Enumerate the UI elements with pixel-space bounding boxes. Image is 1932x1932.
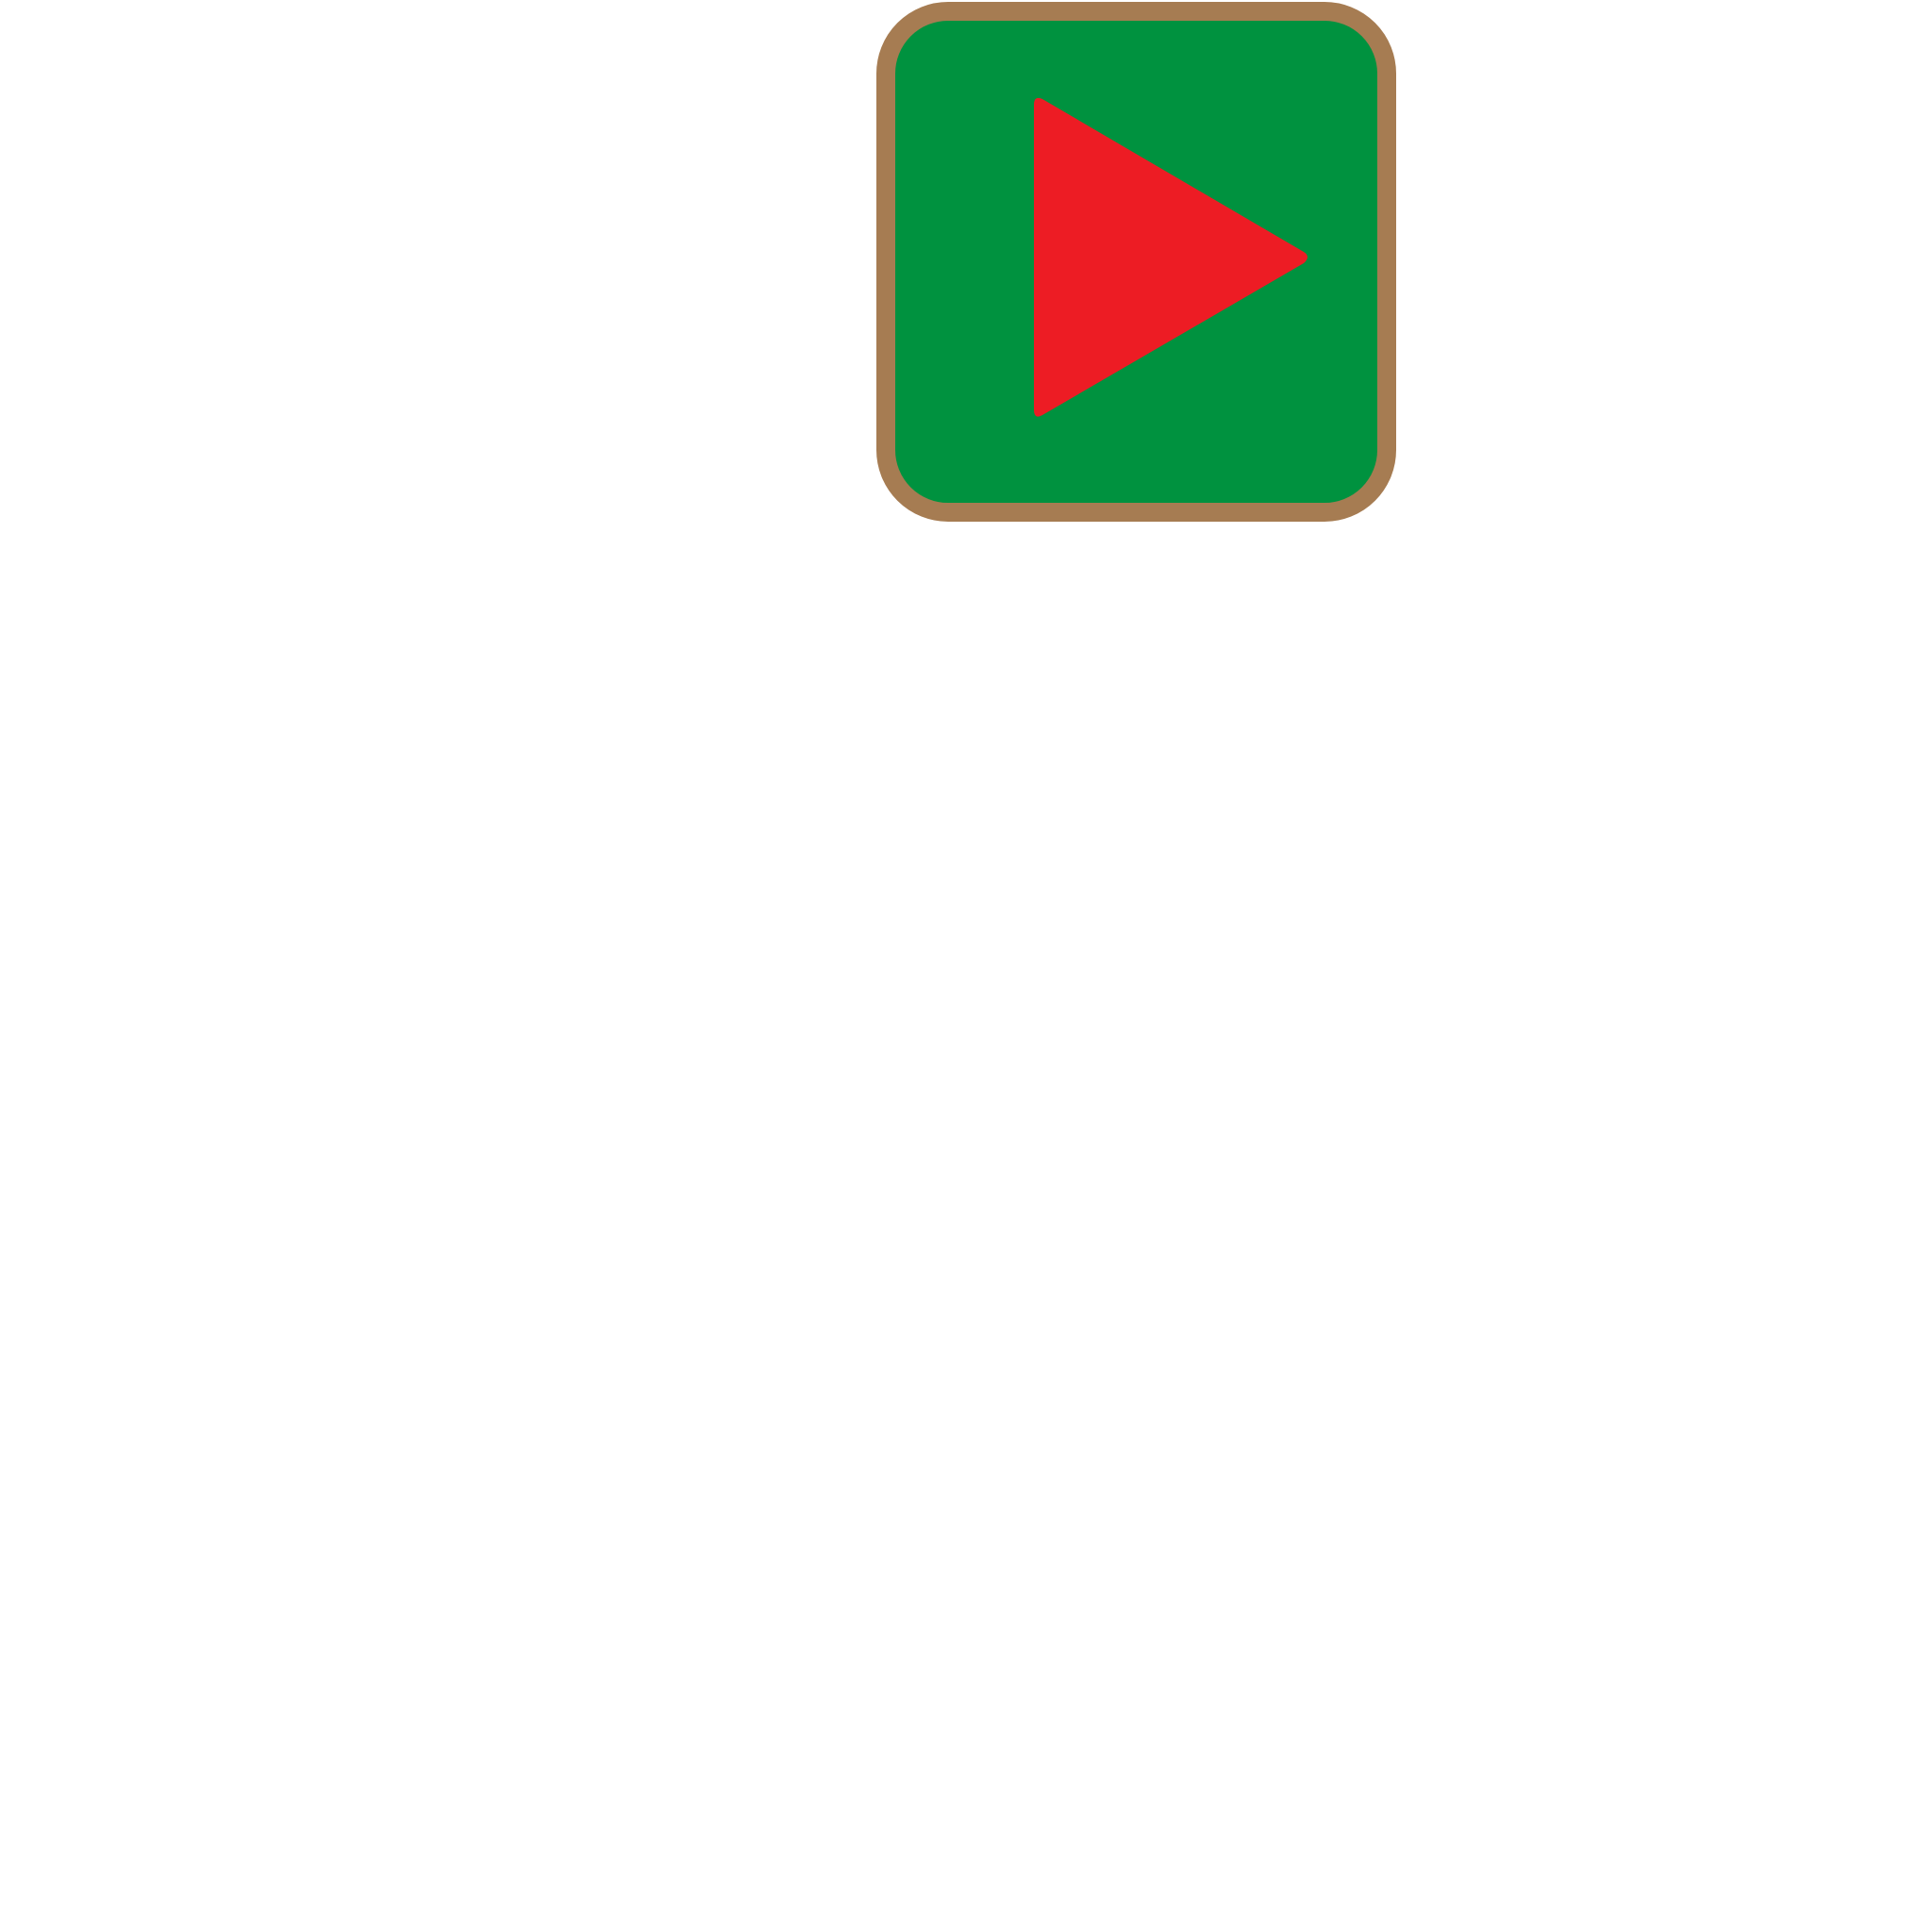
play-button-graphic	[876, 2, 1396, 522]
canvas	[0, 0, 1932, 1932]
play-button[interactable]	[874, 0, 1398, 524]
